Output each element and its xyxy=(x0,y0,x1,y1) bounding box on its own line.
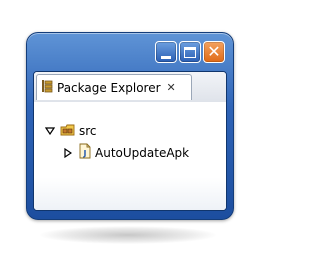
view-panel: Package Explorer ✕ src J AutoUpdateApk xyxy=(33,71,227,211)
close-button[interactable]: ✕ xyxy=(203,41,225,63)
icon-stage: ✕ Package Explorer ✕ src J AutoUpdateApk xyxy=(0,0,256,256)
view-tab-bar: Package Explorer ✕ xyxy=(34,72,226,103)
minimize-button[interactable] xyxy=(155,41,177,63)
collapsed-chevron-icon[interactable] xyxy=(62,147,74,159)
svg-text:J: J xyxy=(83,149,87,158)
minimize-icon xyxy=(161,55,171,59)
tree-item-label: AutoUpdateApk xyxy=(95,146,190,160)
drop-shadow xyxy=(40,226,216,244)
tree-item-label: src xyxy=(79,124,97,138)
tab-label: Package Explorer xyxy=(57,80,161,95)
tab-package-explorer[interactable]: Package Explorer ✕ xyxy=(36,74,192,100)
tree-item-autoupdateapk[interactable]: J AutoUpdateApk xyxy=(62,143,190,163)
close-icon: ✕ xyxy=(207,42,221,61)
expanded-chevron-icon[interactable] xyxy=(44,125,56,137)
app-window: ✕ Package Explorer ✕ src J AutoUpdateApk xyxy=(26,32,234,220)
package-tree: src J AutoUpdateApk xyxy=(34,102,226,210)
maximize-icon xyxy=(184,46,196,58)
maximize-button[interactable] xyxy=(179,41,201,63)
package-explorer-icon xyxy=(41,78,53,97)
java-file-icon: J xyxy=(78,143,92,163)
package-folder-icon xyxy=(60,122,76,141)
tab-close-icon[interactable]: ✕ xyxy=(167,82,176,93)
window-controls: ✕ xyxy=(155,41,225,63)
tree-item-src[interactable]: src xyxy=(44,122,97,140)
